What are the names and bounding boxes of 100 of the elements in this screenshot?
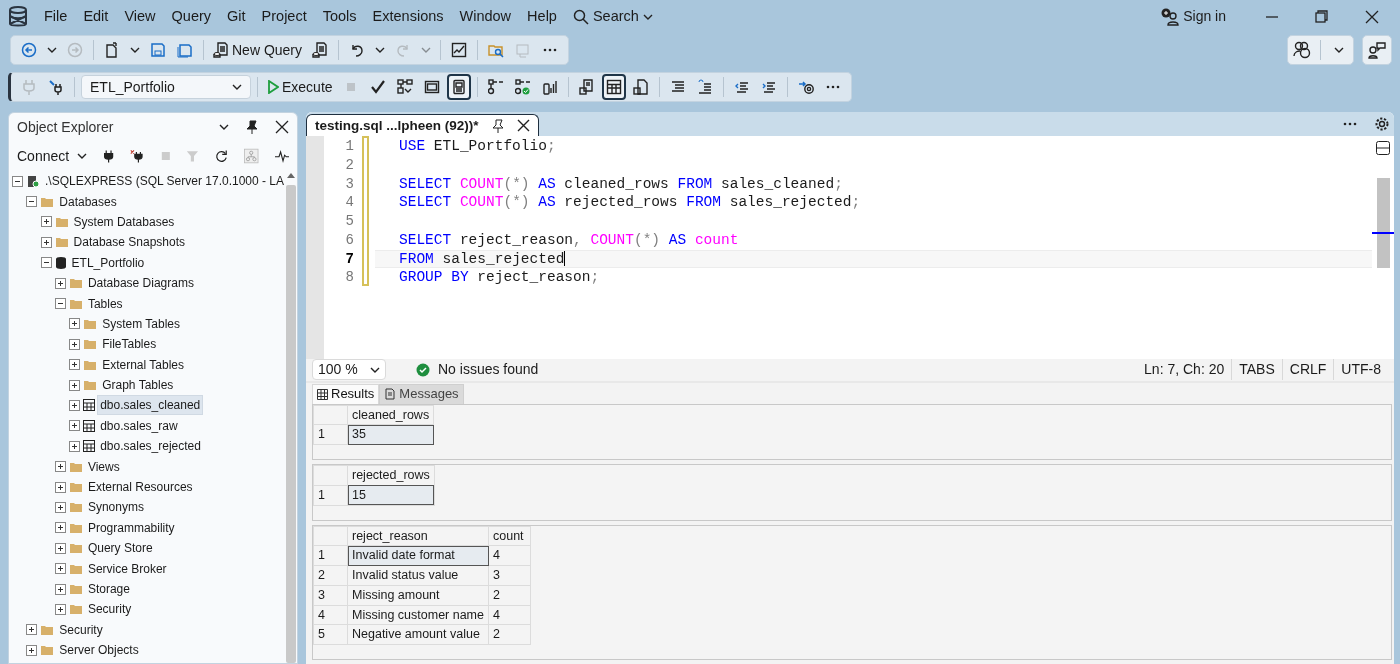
tree-item[interactable]: Security <box>85 600 134 619</box>
execute-button[interactable]: Execute <box>264 74 336 100</box>
folder-icon <box>68 460 83 473</box>
menu-item[interactable]: View <box>116 5 164 28</box>
expander-icon[interactable] <box>54 461 66 473</box>
tree-item[interactable]: dbo.sales_cleaned <box>98 396 203 415</box>
tree-item[interactable]: Database Snapshots <box>71 233 187 252</box>
expander-icon[interactable] <box>69 379 81 391</box>
tree-item[interactable]: Synonyms <box>85 498 146 517</box>
menu-item[interactable]: Git <box>219 5 254 28</box>
table-icon <box>83 440 96 453</box>
folder-icon <box>68 277 83 290</box>
expander-icon[interactable] <box>54 501 66 513</box>
settings-icon[interactable] <box>1374 116 1390 133</box>
tree-item[interactable]: .\SQLEXPRESS (SQL Server 17.0.1000 - LA <box>43 172 286 191</box>
uncomment-lines-icon <box>696 79 713 95</box>
expander-icon[interactable] <box>54 298 66 310</box>
tree-item[interactable]: FileTables <box>100 335 159 354</box>
tree-item[interactable]: Database Diagrams <box>85 274 196 293</box>
disconnect-icon[interactable] <box>130 148 145 164</box>
scroll-up-icon[interactable] <box>286 171 296 179</box>
pin-icon[interactable] <box>245 120 259 134</box>
caret-icon[interactable] <box>375 45 386 55</box>
expander-icon[interactable] <box>69 338 81 350</box>
column-header: count <box>488 526 531 546</box>
expander-icon[interactable] <box>54 522 66 534</box>
split-icon[interactable] <box>1375 140 1391 157</box>
plug-icon <box>21 79 37 95</box>
tree-item[interactable]: System Tables <box>100 314 182 333</box>
menu-item[interactable]: File <box>36 5 76 28</box>
menu-item[interactable]: Extensions <box>364 5 452 28</box>
results-tab[interactable]: Results <box>312 383 380 404</box>
expander-icon[interactable] <box>26 196 38 208</box>
new-query-button[interactable]: New Query <box>210 37 306 63</box>
activity-icon[interactable] <box>274 149 289 163</box>
expander-icon[interactable] <box>12 175 23 187</box>
sign-in-link[interactable]: Sign in <box>1161 6 1226 27</box>
close-icon[interactable] <box>275 120 289 134</box>
menu-item[interactable]: Query <box>163 5 220 28</box>
include-plan-icon <box>487 79 504 95</box>
scrollbar-thumb[interactable] <box>1377 178 1390 269</box>
expander-icon[interactable] <box>69 359 81 371</box>
tree-item[interactable]: External Resources <box>85 478 195 497</box>
results-tab[interactable]: Messages <box>379 383 464 404</box>
tree-item[interactable]: Query Store <box>85 539 155 558</box>
expander-icon[interactable] <box>26 624 38 636</box>
close-icon[interactable] <box>516 119 530 133</box>
expander-icon[interactable] <box>54 603 66 615</box>
menu-item[interactable]: Edit <box>75 5 117 28</box>
query-document-icon <box>213 42 229 58</box>
expander-icon[interactable] <box>54 481 66 493</box>
scrollbar-thumb[interactable] <box>286 185 296 663</box>
menu-item[interactable]: Window <box>451 5 520 28</box>
expander-icon[interactable] <box>40 216 52 228</box>
tree-item[interactable]: Server Objects <box>57 641 141 660</box>
tree-item[interactable]: dbo.sales_rejected <box>98 437 203 456</box>
menu-item[interactable]: Project <box>253 5 315 28</box>
zoom-select[interactable]: 100 % <box>312 359 386 381</box>
refresh-icon[interactable] <box>215 148 229 164</box>
dropdown-icon[interactable] <box>219 122 229 132</box>
expander-icon[interactable] <box>26 644 38 656</box>
tree-item[interactable]: External Tables <box>100 355 186 374</box>
search-menu[interactable]: Search <box>564 5 661 28</box>
expander-icon[interactable] <box>54 583 66 595</box>
plug-icon[interactable] <box>103 148 115 164</box>
tree-item[interactable]: Storage <box>85 580 132 598</box>
expander-icon[interactable] <box>40 236 52 248</box>
caret-icon[interactable] <box>130 45 140 55</box>
tree-item[interactable]: Service Broker <box>85 559 169 578</box>
expander-icon[interactable] <box>54 277 66 289</box>
tree-item[interactable]: Views <box>85 457 122 476</box>
expander-icon[interactable] <box>69 400 81 411</box>
tree-item[interactable]: Programmability <box>85 518 177 537</box>
menu-item[interactable]: Tools <box>314 5 365 28</box>
table-cell: Missing customer name <box>347 605 489 625</box>
tree-item[interactable]: Security <box>57 620 105 639</box>
caret-icon[interactable] <box>47 45 57 55</box>
database-select[interactable]: ETL_Portfolio <box>81 75 251 99</box>
toolbar-button[interactable] <box>601 74 626 100</box>
expander-icon[interactable] <box>54 563 66 575</box>
tree-item[interactable]: Tables <box>85 294 125 313</box>
tree-item[interactable]: dbo.sales_raw <box>98 416 180 435</box>
editor-tab[interactable]: testing.sql ...lpheen (92))* <box>306 114 539 137</box>
expander-icon[interactable] <box>40 257 52 269</box>
toolbar-button[interactable] <box>446 74 471 100</box>
expander-icon[interactable] <box>54 542 66 554</box>
expander-icon[interactable] <box>69 420 81 432</box>
tree-item[interactable]: ETL_Portfolio <box>69 253 147 272</box>
expander-icon[interactable] <box>69 440 81 452</box>
connect-button[interactable]: Connect <box>17 145 88 167</box>
expander-icon[interactable] <box>69 318 81 330</box>
tree-item[interactable]: Graph Tables <box>100 376 176 395</box>
tree-item[interactable]: System Databases <box>71 212 177 231</box>
grid-icon <box>317 388 328 400</box>
query-document-icon <box>312 42 329 58</box>
new-file-icon <box>104 42 120 58</box>
caret-icon[interactable] <box>1334 45 1344 55</box>
tree-item[interactable]: Databases <box>57 192 119 211</box>
menu-item[interactable]: Help <box>519 5 565 28</box>
pin-icon[interactable] <box>490 118 505 133</box>
